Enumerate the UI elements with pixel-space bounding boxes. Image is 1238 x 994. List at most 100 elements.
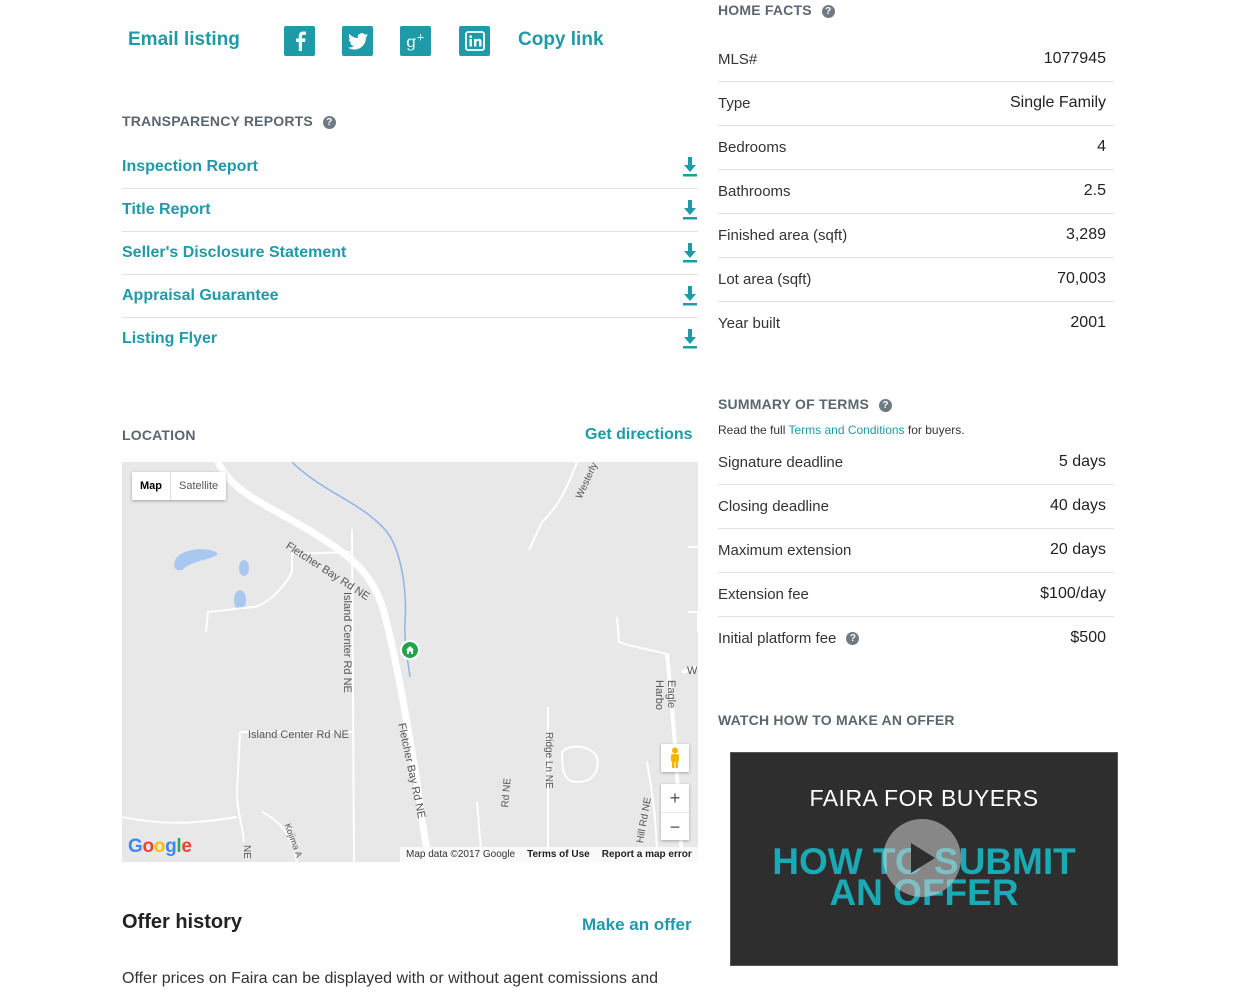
term-value: 20 days	[1049, 541, 1106, 558]
google-logo: Google	[128, 836, 192, 857]
map[interactable]: Fletcher Bay Rd NE Island Center Rd NE I…	[122, 462, 698, 862]
term-label-with-help: Initial platform fee?	[718, 629, 860, 647]
help-icon[interactable]: ?	[846, 632, 860, 646]
download-icon[interactable]	[682, 242, 698, 264]
home-facts-heading: HOME FACTS	[718, 2, 812, 18]
fact-label: Bedrooms	[718, 138, 787, 156]
term-row: Extension fee $100/day	[718, 572, 1114, 617]
report-map-error-link[interactable]: Report a map error	[602, 847, 692, 862]
street-label: W	[687, 665, 698, 677]
term-row: Maximum extension 20 days	[718, 528, 1114, 573]
fact-label: Year built	[718, 314, 780, 332]
street-label: Island Center Rd NE	[341, 592, 353, 693]
terms-of-use-link[interactable]: Terms of Use	[527, 847, 590, 862]
fact-value: Single Family	[1009, 94, 1106, 111]
fact-value: 2.5	[1083, 182, 1106, 199]
offer-history-body: Offer prices on Faira can be displayed w…	[122, 970, 658, 987]
fact-label: Lot area (sqft)	[718, 270, 812, 288]
fact-row: MLS# 1077945	[718, 37, 1114, 82]
help-icon[interactable]: ?	[322, 115, 336, 129]
fact-label: Finished area (sqft)	[718, 226, 848, 244]
terms-note: Read the full Terms and Conditions for b…	[718, 423, 965, 437]
report-row-inspection[interactable]: Inspection Report	[122, 145, 698, 189]
report-label: Inspection Report	[122, 157, 259, 175]
street-label: Eagle Harbo	[653, 680, 677, 710]
terms-note-suffix: for buyers.	[904, 423, 965, 437]
report-label: Title Report	[122, 200, 211, 218]
linkedin-button[interactable]	[459, 26, 490, 56]
zoom-in-button[interactable]: +	[661, 784, 689, 813]
download-icon[interactable]	[682, 199, 698, 221]
fact-label: Type	[718, 94, 751, 112]
term-value: $500	[1070, 629, 1106, 646]
help-icon[interactable]: ?	[821, 4, 835, 18]
location-title: LOCATION	[122, 427, 196, 443]
fact-row: Bedrooms 4	[718, 125, 1114, 170]
satellite-tab[interactable]: Satellite	[171, 472, 226, 500]
google-plus-icon: g+	[406, 31, 425, 51]
term-label: Signature deadline	[718, 453, 844, 471]
term-label: Initial platform fee	[718, 629, 837, 647]
get-directions-link[interactable]: Get directions	[585, 426, 693, 444]
fact-row: Finished area (sqft) 3,289	[718, 213, 1114, 258]
email-listing-link[interactable]: Email listing	[128, 29, 240, 51]
terms-note-prefix: Read the full	[718, 423, 789, 437]
report-row-appraisal[interactable]: Appraisal Guarantee	[122, 274, 698, 318]
home-marker-icon[interactable]	[400, 640, 420, 660]
linkedin-icon	[464, 31, 485, 51]
fact-value: 70,003	[1057, 270, 1106, 287]
report-label: Seller's Disclosure Statement	[122, 243, 347, 261]
map-data-text: Map data ©2017 Google	[406, 849, 516, 860]
transparency-reports-title: TRANSPARENCY REPORTS?	[122, 113, 336, 129]
fact-row: Type Single Family	[718, 81, 1114, 126]
help-icon[interactable]: ?	[878, 398, 892, 412]
fact-value: 4	[1097, 138, 1106, 155]
summary-of-terms-title: SUMMARY OF TERMS?	[718, 396, 892, 412]
fact-value: 3,289	[1065, 226, 1106, 243]
play-button[interactable]	[883, 819, 961, 897]
report-row-disclosure[interactable]: Seller's Disclosure Statement	[122, 231, 698, 275]
download-icon[interactable]	[682, 156, 698, 178]
term-value: 40 days	[1049, 497, 1106, 514]
report-row-flyer[interactable]: Listing Flyer	[122, 317, 698, 360]
term-row: Initial platform fee? $500	[718, 616, 1114, 660]
transparency-reports-heading: TRANSPARENCY REPORTS	[122, 113, 313, 129]
download-icon[interactable]	[682, 285, 698, 307]
twitter-icon	[347, 32, 368, 49]
make-an-offer-link[interactable]: Make an offer	[582, 915, 692, 935]
report-row-title[interactable]: Title Report	[122, 188, 698, 232]
map-canvas[interactable]	[122, 462, 698, 862]
copy-link[interactable]: Copy link	[518, 29, 604, 51]
zoom-control: + −	[661, 784, 689, 840]
fact-value: 1077945	[1043, 50, 1106, 67]
fact-label: Bathrooms	[718, 182, 791, 200]
term-label: Closing deadline	[718, 497, 829, 515]
home-facts-title: HOME FACTS?	[718, 2, 835, 18]
term-value: $100/day	[1040, 585, 1106, 602]
google-plus-button[interactable]: g+	[400, 26, 431, 56]
report-label: Appraisal Guarantee	[122, 286, 279, 304]
fact-label: MLS#	[718, 50, 758, 68]
street-label: Island Center Rd NE	[248, 729, 349, 741]
twitter-button[interactable]	[342, 26, 373, 56]
fact-value: 2001	[1070, 314, 1106, 331]
fact-row: Year built 2001	[718, 301, 1114, 345]
zoom-out-button[interactable]: −	[661, 813, 689, 841]
map-type-toggle[interactable]: Map Satellite	[132, 472, 227, 500]
street-label: Ridge Ln NE	[543, 732, 554, 789]
street-label: NE	[241, 845, 252, 859]
map-tab[interactable]: Map	[132, 472, 171, 500]
fact-row: Bathrooms 2.5	[718, 169, 1114, 214]
video-player[interactable]: FAIRA FOR BUYERS HOW TO SUBMIT AN OFFER	[730, 752, 1118, 966]
term-label: Maximum extension	[718, 541, 852, 559]
street-view-pegman-icon[interactable]	[661, 744, 689, 772]
map-attribution: Map data ©2017 Google Terms of Use Repor…	[400, 847, 698, 862]
facebook-icon	[295, 31, 306, 51]
term-label: Extension fee	[718, 585, 809, 603]
offer-history-title: Offer history	[122, 911, 243, 933]
video-caption: FAIRA FOR BUYERS	[809, 785, 1039, 811]
download-icon[interactable]	[682, 328, 698, 350]
terms-and-conditions-link[interactable]: Terms and Conditions	[789, 423, 905, 437]
facebook-button[interactable]	[284, 26, 315, 56]
term-row: Closing deadline 40 days	[718, 484, 1114, 529]
